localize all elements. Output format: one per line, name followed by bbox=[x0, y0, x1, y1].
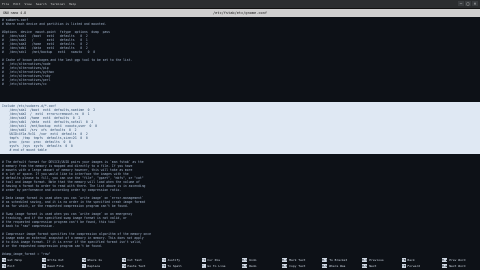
selected-text-block[interactable]: Include /etc/sudoers.d/*.conf /dev/sda1 … bbox=[0, 102, 480, 154]
shortcut-item[interactable]: M-▲ Prev Word bbox=[442, 258, 465, 262]
shortcut-item[interactable]: M-W Next bbox=[362, 264, 376, 268]
editor-line-selected[interactable]: # end of mount table bbox=[2, 148, 46, 152]
editor-line[interactable]: # /dev/sdc1 /mnt/backup ext4 noauto 0 0 bbox=[2, 50, 95, 54]
editor-line[interactable]: # Where each device and partition is lis… bbox=[2, 22, 106, 26]
shortcut-item[interactable]: ^W Where Is bbox=[82, 258, 102, 262]
shortcut-label: Write Out bbox=[45, 258, 64, 262]
editor-area[interactable]: Include /etc/sudoers.d/*.conf /dev/sda1 … bbox=[0, 18, 480, 256]
menu-item-terminal[interactable]: Terminal bbox=[51, 0, 65, 8]
nano-title-bar: GNU nano 4.8 /etc/fstab/etc/gnome.conf bbox=[0, 9, 480, 17]
shortcut-label: To Spell bbox=[165, 264, 182, 268]
shortcut-label: Where Is bbox=[85, 258, 102, 262]
shortcut-item[interactable]: M-] To Bracket bbox=[322, 258, 347, 262]
maximize-icon[interactable]: □ bbox=[465, 1, 471, 6]
menu-item-file[interactable]: File bbox=[2, 0, 9, 8]
shortcut-label: Replace bbox=[85, 264, 101, 268]
menu-item-help[interactable]: Help bbox=[69, 0, 76, 8]
menu-item-edit[interactable]: Edit bbox=[13, 0, 20, 8]
minimize-icon[interactable]: – bbox=[458, 1, 464, 6]
menu-item-search[interactable]: Search bbox=[36, 0, 47, 8]
shortcut-label: Copy Text bbox=[287, 264, 306, 268]
shortcut-item[interactable]: ^O Write Out bbox=[42, 258, 64, 262]
shortcut-label: Justify bbox=[165, 258, 181, 262]
shortcut-item[interactable]: ^_ Go To Line bbox=[202, 264, 226, 268]
shortcut-item[interactable]: ^R Read File bbox=[42, 264, 64, 268]
shortcut-item[interactable]: ^\ Replace bbox=[82, 264, 100, 268]
shortcut-item[interactable]: M-W Where Was bbox=[322, 264, 345, 268]
shortcut-item[interactable]: ^G Get Help bbox=[2, 258, 22, 262]
editor-line[interactable]: # back to "raw" compression. bbox=[2, 224, 54, 228]
shortcut-label: Next Word bbox=[447, 264, 466, 268]
shortcut-item[interactable]: ^T To Spell bbox=[162, 264, 182, 268]
shortcut-bar: ^G Get Help ^O Write Out ^W Where Is ^K Cut… bbox=[0, 256, 480, 270]
shortcut-item[interactable]: M-A Mark Text bbox=[282, 258, 305, 262]
shortcut-label: Get Help bbox=[5, 258, 22, 262]
shortcut-item[interactable]: M-E Redo bbox=[242, 264, 256, 268]
shortcut-item[interactable]: ^J Justify bbox=[162, 258, 180, 262]
shortcut-item[interactable]: ^C Cur Pos bbox=[202, 258, 220, 262]
shortcut-label: Previous bbox=[367, 258, 384, 262]
shortcut-label: To Bracket bbox=[327, 258, 348, 262]
shortcut-label: Mark Text bbox=[287, 258, 306, 262]
shortcut-label: Cur Pos bbox=[205, 258, 221, 262]
shortcut-label: Redo bbox=[247, 264, 257, 268]
shortcut-item[interactable]: ^U Paste Text bbox=[122, 264, 146, 268]
shortcut-item[interactable]: M-6 Copy Text bbox=[282, 264, 305, 268]
shortcut-label: Next bbox=[367, 264, 377, 268]
shortcut-item[interactable]: ^F Forward bbox=[402, 264, 420, 268]
shortcut-label: Forward bbox=[405, 264, 421, 268]
menu-item-view[interactable]: View bbox=[24, 0, 31, 8]
editor-line[interactable]: # as for which, or the requested compres… bbox=[2, 204, 129, 208]
editor-line[interactable]: # or the requested compression program c… bbox=[2, 244, 103, 248]
editor-line[interactable]: # /etc/alternatives/cc bbox=[2, 82, 47, 86]
shortcut-label: Read File bbox=[45, 264, 64, 268]
shortcut-item[interactable]: M-Q Previous bbox=[362, 258, 384, 262]
file-path: /etc/fstab/etc/gnome.conf bbox=[212, 11, 268, 15]
shortcut-item[interactable]: M-U Undo bbox=[242, 258, 256, 262]
menu-bar: File Edit View Search Terminal Help bbox=[2, 0, 76, 8]
window-controls: – □ × bbox=[458, 1, 478, 6]
shortcut-item[interactable]: ^B Back bbox=[402, 258, 415, 262]
shortcut-item[interactable]: ^X Exit bbox=[2, 264, 15, 268]
shortcut-label: Where Was bbox=[327, 264, 346, 268]
shortcut-label: Back bbox=[405, 258, 415, 262]
shortcut-label: Prev Word bbox=[447, 258, 466, 262]
editor-line[interactable]: # order by performance and according ord… bbox=[2, 188, 121, 192]
shortcut-label: Paste Text bbox=[125, 264, 146, 268]
shortcut-label: Go To Line bbox=[205, 264, 226, 268]
desktop-top-bar: File Edit View Search Terminal Help – □ … bbox=[0, 0, 480, 9]
close-icon[interactable]: × bbox=[472, 1, 478, 6]
shortcut-label: Cut Text bbox=[125, 258, 142, 262]
shortcut-item[interactable]: M-▶ Next Word bbox=[442, 264, 465, 268]
shortcut-label: Exit bbox=[5, 264, 15, 268]
shortcut-item[interactable]: ^K Cut Text bbox=[122, 258, 142, 262]
shortcut-label: Undo bbox=[247, 258, 257, 262]
